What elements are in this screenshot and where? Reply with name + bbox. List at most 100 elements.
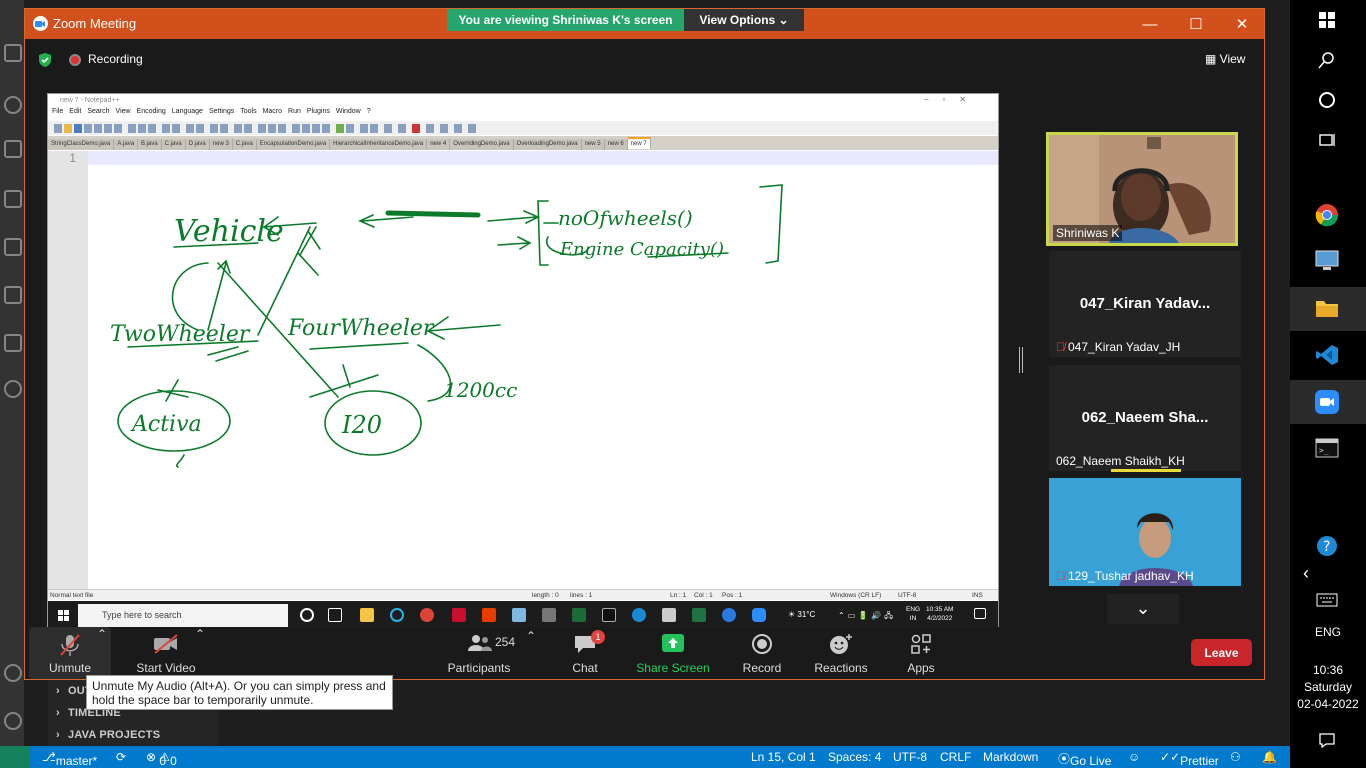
testing-icon[interactable] <box>4 334 22 352</box>
sync-icon[interactable]: ⟳ <box>116 750 126 764</box>
menu-view[interactable]: View <box>116 108 131 115</box>
menu-search[interactable]: Search <box>87 108 109 115</box>
speaking-indicator <box>1111 469 1181 472</box>
apps-button[interactable]: Apps <box>897 627 945 679</box>
view-button[interactable]: ▦ View <box>1205 52 1245 66</box>
chrome-icon[interactable] <box>1313 201 1341 229</box>
participant-tile-active-speaker[interactable]: Shriniwas K <box>1046 132 1238 246</box>
file-encoding[interactable]: UTF-8 <box>893 750 927 764</box>
close-button[interactable]: ✕ <box>1219 9 1265 39</box>
tab-file[interactable]: HierarchicalInheritanceDemo.java <box>330 139 428 150</box>
tab-file[interactable]: D.java <box>185 139 210 150</box>
remote-desktop-icon[interactable] <box>1313 246 1341 274</box>
action-center-icon[interactable] <box>1313 726 1341 754</box>
reactions-button[interactable]: Reactions <box>811 627 871 679</box>
indentation[interactable]: Spaces: 4 <box>828 750 881 764</box>
zoom-icon[interactable] <box>1313 388 1341 416</box>
chat-button[interactable]: 1 Chat <box>561 627 609 679</box>
tab-file[interactable]: C.java <box>232 139 257 150</box>
tab-file[interactable]: OverridingDemo.java <box>450 139 514 150</box>
language-mode[interactable]: Markdown <box>983 750 1038 764</box>
manage-gear-icon[interactable] <box>4 712 22 730</box>
tab-file[interactable]: new 4 <box>427 139 451 150</box>
menu-macro[interactable]: Macro <box>263 108 282 115</box>
accounts-status-icon[interactable]: ⚇ <box>1230 750 1241 764</box>
panel-splitter[interactable] <box>1019 347 1023 373</box>
participant-display-name: 062_Naeem Sha... <box>1081 409 1209 426</box>
video-options-caret[interactable]: ⌃ <box>193 621 207 673</box>
menu-settings[interactable]: Settings <box>209 108 234 115</box>
menu-edit[interactable]: Edit <box>69 108 81 115</box>
system-date[interactable]: 02-04-2022 <box>1290 697 1366 711</box>
accounts-icon[interactable] <box>4 664 22 682</box>
drawing-wheels-text: noOfwheels() <box>558 206 693 230</box>
shared-explorer-icon <box>360 608 374 622</box>
search-icon[interactable] <box>4 96 22 114</box>
sidebar-section-java-projects[interactable]: › JAVA PROJECTS <box>56 729 160 741</box>
remote-indicator[interactable] <box>0 746 30 768</box>
extensions-icon[interactable] <box>4 238 22 256</box>
notifications-bell-icon[interactable]: 🔔 <box>1262 750 1277 764</box>
audio-options-caret[interactable]: ⌃ <box>95 621 109 673</box>
tab-file[interactable]: new 6 <box>604 139 628 150</box>
cursor-position[interactable]: Ln 15, Col 1 <box>751 750 816 764</box>
view-options-button[interactable]: View Options ⌄ <box>684 9 804 31</box>
explorer-icon[interactable] <box>4 44 22 62</box>
tab-file[interactable]: StringClassDemo.java <box>48 139 115 150</box>
tab-file[interactable]: EncapsulationDemo.java <box>256 139 331 150</box>
source-control-icon[interactable] <box>4 140 22 158</box>
menu-help[interactable]: ? <box>367 108 371 115</box>
task-view-icon[interactable] <box>1313 126 1341 154</box>
share-screen-button[interactable]: Share Screen <box>633 627 713 679</box>
end-of-line[interactable]: CRLF <box>940 750 971 764</box>
keyboard-icon[interactable] <box>1313 586 1341 614</box>
menu-run[interactable]: Run <box>288 108 301 115</box>
tab-file[interactable]: OverloadingDemo.java <box>513 139 582 150</box>
tab-file[interactable]: new 3 <box>209 139 233 150</box>
shared-chrome-alt-icon <box>722 608 736 622</box>
recording-label[interactable]: Recording <box>88 52 143 66</box>
feedback-icon[interactable]: ☺ <box>1128 750 1140 764</box>
tab-file[interactable]: B.java <box>138 139 162 150</box>
windows-start-icon[interactable] <box>1313 6 1341 34</box>
menu-encoding[interactable]: Encoding <box>137 108 166 115</box>
account-icon[interactable] <box>4 380 22 398</box>
go-live-button[interactable]: ⦿ Go Live <box>1058 750 1111 768</box>
participant-tile[interactable]: 🎙̸ 129_Tushar jadhav_KH <box>1049 478 1241 586</box>
tab-active-file[interactable]: new 7 <box>627 137 651 149</box>
menu-plugins[interactable]: Plugins <box>307 108 330 115</box>
cortana-icon[interactable] <box>1313 86 1341 114</box>
menu-tools[interactable]: Tools <box>240 108 256 115</box>
menu-window[interactable]: Window <box>336 108 361 115</box>
notepad-window-controls[interactable]: –▫✕ <box>924 95 980 104</box>
remote-icon[interactable] <box>4 286 22 304</box>
maximize-button[interactable]: ☐ <box>1173 9 1219 39</box>
leave-button[interactable]: Leave <box>1191 639 1252 666</box>
prettier-status[interactable]: ✓✓ Prettier <box>1160 750 1219 768</box>
participants-button[interactable]: 254 Participants <box>441 627 517 679</box>
git-branch[interactable]: ⎇ master* <box>42 750 97 768</box>
system-day[interactable]: Saturday <box>1290 680 1366 694</box>
participant-tile[interactable]: 047_Kiran Yadav... 🎙̸ 047_Kiran Yadav_JH <box>1049 251 1241 357</box>
minimize-button[interactable]: — <box>1127 9 1173 39</box>
input-language[interactable]: ENG <box>1290 625 1366 639</box>
menu-file[interactable]: File <box>52 108 63 115</box>
system-time[interactable]: 10:36 <box>1290 663 1366 677</box>
participants-options-caret[interactable]: ⌃ <box>524 623 538 675</box>
search-icon[interactable] <box>1313 46 1341 74</box>
tab-file[interactable]: C.java <box>161 139 186 150</box>
file-explorer-icon[interactable] <box>1313 294 1341 322</box>
tab-file[interactable]: new 5 <box>581 139 605 150</box>
scroll-down-participants-button[interactable]: ⌄ <box>1107 594 1179 624</box>
terminal-icon[interactable]: >_ <box>1313 434 1341 462</box>
record-button[interactable]: Record <box>735 627 789 679</box>
encryption-shield-icon[interactable] <box>37 52 53 68</box>
menu-language[interactable]: Language <box>172 108 203 115</box>
tab-file[interactable]: A.java <box>114 139 139 150</box>
vscode-icon[interactable] <box>1313 341 1341 369</box>
debug-icon[interactable] <box>4 190 22 208</box>
help-icon[interactable]: ? <box>1313 532 1341 560</box>
participant-tile[interactable]: 062_Naeem Sha... 062_Naeem Shaikh_KH <box>1049 365 1241 472</box>
problems-indicator[interactable]: ⊗ 0 ⚠ 0 <box>146 750 177 768</box>
show-hidden-icons-chevron[interactable]: ‹ <box>1292 559 1320 587</box>
